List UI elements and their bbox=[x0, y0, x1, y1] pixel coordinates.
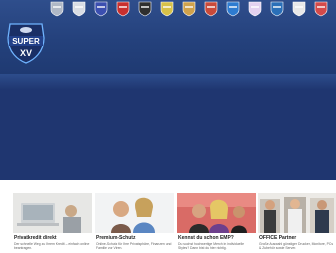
team-4-logo-icon[interactable] bbox=[116, 1, 130, 17]
promo-card[interactable]: Privatkredit direkt Der schnelle Weg zu … bbox=[13, 193, 92, 253]
team-9-logo-icon[interactable] bbox=[226, 1, 240, 17]
team-5-logo-icon[interactable] bbox=[138, 1, 152, 17]
brand-line1: SUPER bbox=[12, 37, 40, 46]
card-description: Online-Schutz für Ihre Privatsphäre, Fin… bbox=[96, 242, 172, 251]
card-title: OFFICE Partner bbox=[259, 235, 297, 241]
card-description: Der schnelle Weg zu Ihrem Kredit – einfa… bbox=[14, 242, 90, 251]
site-header: SUPER XV bbox=[0, 0, 336, 74]
promo-card[interactable]: Premium-Schutz Online-Schutz für Ihre Pr… bbox=[95, 193, 174, 253]
promo-card[interactable]: OFFICE Partner Große Auswahl günstiger D… bbox=[258, 193, 336, 253]
team-8-logo-icon[interactable] bbox=[204, 1, 218, 17]
promo-cards: Privatkredit direkt Der schnelle Weg zu … bbox=[0, 192, 336, 252]
team-2-logo-icon[interactable] bbox=[72, 1, 86, 17]
hero-banner bbox=[0, 74, 336, 180]
card-image-couple bbox=[95, 193, 174, 233]
card-description: Große Auswahl günstiger Drucker, Monitor… bbox=[259, 242, 334, 251]
brand-line2: XV bbox=[20, 48, 32, 58]
separator-band bbox=[0, 180, 336, 192]
card-title: Premium-Schutz bbox=[96, 235, 136, 241]
team-11-logo-icon[interactable] bbox=[270, 1, 284, 17]
card-image-laptop bbox=[13, 193, 92, 233]
card-image-office bbox=[258, 193, 336, 233]
super-xv-logo[interactable]: SUPER XV bbox=[4, 22, 48, 64]
card-title: Kennst du schon EMP? bbox=[178, 235, 234, 241]
card-title: Privatkredit direkt bbox=[14, 235, 57, 241]
promo-card[interactable]: Kennst du schon EMP? Du suchst hochwerti… bbox=[177, 193, 256, 253]
team-12-logo-icon[interactable] bbox=[292, 1, 306, 17]
hero-gradient bbox=[0, 74, 336, 90]
card-image-group bbox=[177, 193, 256, 233]
shield-logo-icon: SUPER XV bbox=[7, 23, 45, 64]
team-13-logo-icon[interactable] bbox=[314, 1, 328, 17]
team-7-logo-icon[interactable] bbox=[182, 1, 196, 17]
team-logo-bar bbox=[40, 1, 330, 19]
team-3-logo-icon[interactable] bbox=[94, 1, 108, 17]
team-10-logo-icon[interactable] bbox=[248, 1, 262, 17]
card-description: Du suchst hochwertige Merch in individue… bbox=[178, 242, 244, 251]
team-1-logo-icon[interactable] bbox=[50, 1, 64, 17]
team-6-logo-icon[interactable] bbox=[160, 1, 174, 17]
